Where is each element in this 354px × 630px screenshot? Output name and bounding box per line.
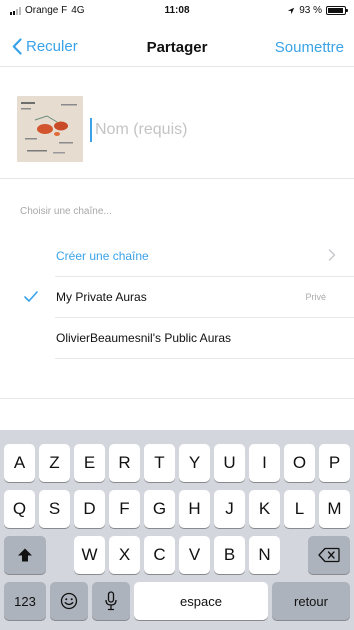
- navigation-bar: Reculer Partager Soumettre: [0, 28, 354, 68]
- delete-backspace-icon: [318, 547, 340, 563]
- emoji-key[interactable]: [50, 582, 88, 620]
- microphone-icon: [105, 591, 117, 611]
- aura-thumbnail: [17, 96, 83, 162]
- submit-button[interactable]: Soumettre: [275, 39, 344, 56]
- channel-section-label: Choisir une chaîne...: [20, 206, 112, 217]
- thumbnail-image: [17, 96, 83, 162]
- key-o[interactable]: O: [284, 444, 315, 482]
- shift-icon: [18, 548, 32, 562]
- channel-label: My Private Auras: [56, 290, 147, 304]
- return-key[interactable]: retour: [272, 582, 350, 620]
- name-row: [0, 90, 354, 170]
- delete-key[interactable]: [308, 536, 350, 574]
- key-t[interactable]: T: [144, 444, 175, 482]
- key-a[interactable]: A: [4, 444, 35, 482]
- checkmark-icon: [24, 291, 38, 302]
- channel-row-public[interactable]: OlivierBeaumesnil's Public Auras: [0, 318, 354, 359]
- back-button[interactable]: Reculer: [12, 38, 78, 55]
- emoji-icon: [60, 592, 78, 610]
- key-d[interactable]: D: [74, 490, 105, 528]
- nav-divider: [0, 66, 354, 67]
- channel-row-private[interactable]: My Private Auras Privé: [0, 277, 354, 318]
- space-key[interactable]: espace: [134, 582, 268, 620]
- key-y[interactable]: Y: [179, 444, 210, 482]
- key-z[interactable]: Z: [39, 444, 70, 482]
- channel-label: OlivierBeaumesnil's Public Auras: [56, 331, 232, 345]
- name-input[interactable]: [90, 118, 330, 142]
- create-channel-label: Créer une chaîne: [56, 249, 149, 263]
- key-n[interactable]: N: [249, 536, 280, 574]
- battery-fill: [328, 8, 343, 13]
- channel-list: Créer une chaîne My Private Auras Privé …: [0, 236, 354, 359]
- key-c[interactable]: C: [144, 536, 175, 574]
- key-q[interactable]: Q: [4, 490, 35, 528]
- key-f[interactable]: F: [109, 490, 140, 528]
- chevron-right-icon: [328, 249, 336, 261]
- battery-percent: 93 %: [299, 5, 322, 16]
- keyboard: A Z E R T Y U I O P Q S D F G H J K L M …: [0, 430, 354, 630]
- key-u[interactable]: U: [214, 444, 245, 482]
- key-h[interactable]: H: [179, 490, 210, 528]
- privacy-badge: Privé: [305, 292, 326, 302]
- key-p[interactable]: P: [319, 444, 350, 482]
- numbers-key[interactable]: 123: [4, 582, 46, 620]
- create-channel-row[interactable]: Créer une chaîne: [0, 236, 354, 277]
- key-i[interactable]: I: [249, 444, 280, 482]
- back-button-label: Reculer: [26, 38, 78, 55]
- battery-icon: [326, 6, 348, 15]
- key-x[interactable]: X: [109, 536, 140, 574]
- dictation-key[interactable]: [92, 582, 130, 620]
- location-arrow-icon: [288, 7, 295, 14]
- chevron-left-icon: [12, 38, 22, 55]
- key-k[interactable]: K: [249, 490, 280, 528]
- key-m[interactable]: M: [319, 490, 350, 528]
- row-divider: [55, 358, 354, 359]
- key-r[interactable]: R: [109, 444, 140, 482]
- key-g[interactable]: G: [144, 490, 175, 528]
- key-v[interactable]: V: [179, 536, 210, 574]
- key-j[interactable]: J: [214, 490, 245, 528]
- key-w[interactable]: W: [74, 536, 105, 574]
- key-e[interactable]: E: [74, 444, 105, 482]
- status-bar: Orange F 4G 11:08 93 %: [0, 0, 354, 20]
- section-divider: [0, 178, 354, 179]
- key-s[interactable]: S: [39, 490, 70, 528]
- shift-key[interactable]: [4, 536, 46, 574]
- key-l[interactable]: L: [284, 490, 315, 528]
- status-right: 93 %: [287, 5, 348, 16]
- list-end-divider: [0, 398, 354, 399]
- key-b[interactable]: B: [214, 536, 245, 574]
